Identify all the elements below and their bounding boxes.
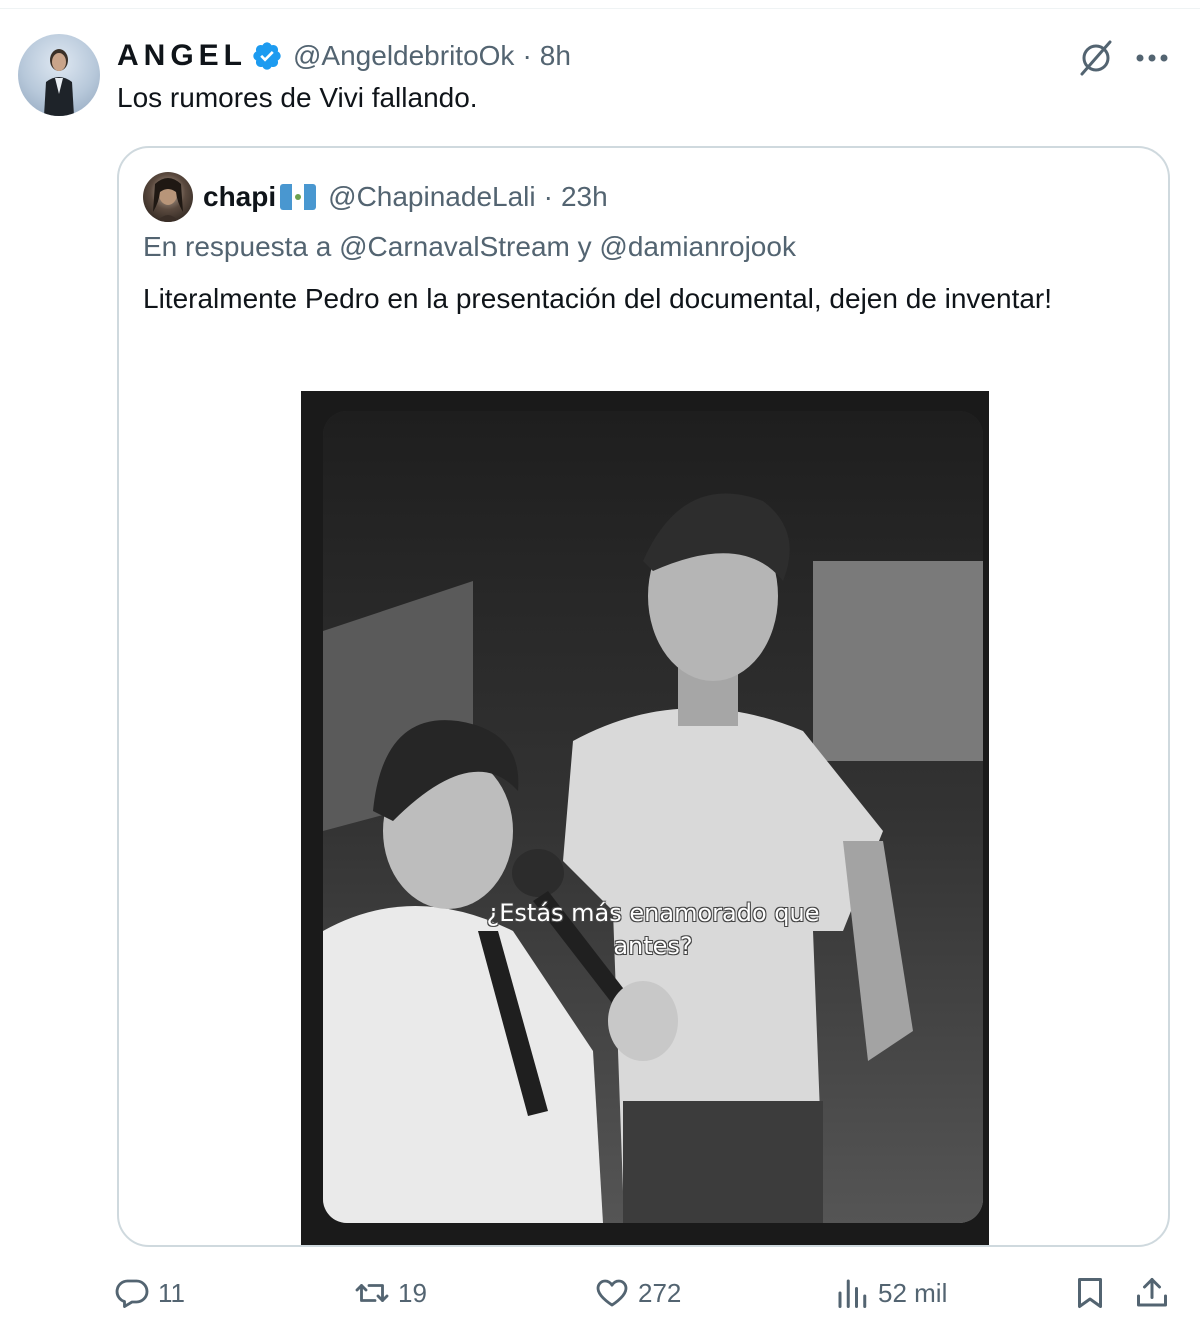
author-handle[interactable]: @AngeldebritoOk — [293, 40, 514, 72]
bookmark-button[interactable] — [1072, 1268, 1108, 1318]
bookmark-icon — [1078, 1278, 1102, 1308]
verified-badge-icon[interactable] — [251, 40, 283, 72]
reply-context: En respuesta a @CarnavalStream y @damian… — [143, 231, 796, 263]
guatemala-flag-icon — [280, 184, 317, 210]
reply-icon — [115, 1279, 149, 1308]
like-count: 272 — [638, 1277, 682, 1308]
reply-count: 11 — [158, 1277, 185, 1308]
author-display-name[interactable]: ANGEL — [117, 39, 247, 73]
reply-conjunction: y — [577, 231, 592, 262]
heart-icon — [596, 1279, 628, 1307]
repost-count: 19 — [398, 1277, 427, 1308]
quoted-author-handle[interactable]: @ChapinadeLali — [328, 181, 535, 213]
reply-prefix: En respuesta a — [143, 231, 332, 262]
quoted-author-display-name[interactable]: chapi — [203, 181, 276, 213]
author-avatar[interactable] — [18, 34, 100, 116]
repost-button[interactable]: 19 — [354, 1268, 427, 1318]
action-bar: 11 19 272 52 mil — [110, 1268, 1180, 1318]
grok-icon[interactable] — [1074, 36, 1118, 80]
reply-button[interactable]: 11 — [114, 1268, 185, 1318]
quoted-tweet-video[interactable]: ¿Estás más enamorado que antes? — [301, 391, 989, 1245]
views-button[interactable]: 52 mil — [834, 1268, 947, 1318]
reply-mention-carnavalstream[interactable]: @CarnavalStream — [339, 231, 570, 262]
share-icon — [1137, 1278, 1167, 1307]
like-button[interactable]: 272 — [594, 1268, 681, 1318]
share-button[interactable] — [1134, 1268, 1170, 1318]
video-caption-line-1: ¿Estás más enamorado que — [486, 899, 820, 927]
quoted-tweet-text: Literalmente Pedro en la presentación de… — [143, 283, 1053, 314]
quoted-tweet-timestamp[interactable]: 23h — [561, 181, 608, 213]
repost-icon — [355, 1284, 389, 1302]
separator-dot: · — [522, 40, 532, 71]
views-chart-icon — [838, 1279, 867, 1308]
reply-mention-damianrojook[interactable]: @damianrojook — [599, 231, 796, 262]
separator-dot: · — [543, 181, 553, 212]
quoted-tweet-header: chapi @ChapinadeLali · 23h — [203, 176, 608, 218]
more-options-icon[interactable] — [1130, 36, 1174, 80]
quoted-tweet-card[interactable]: chapi @ChapinadeLali · 23h En respuesta … — [117, 146, 1170, 1247]
video-caption-line-2: antes? — [613, 932, 693, 960]
tweet-text: Los rumores de Vivi fallando. — [117, 82, 478, 113]
video-caption: ¿Estás más enamorado que antes? — [323, 897, 983, 963]
video-frame: ¿Estás más enamorado que antes? — [323, 411, 983, 1223]
tweet-timestamp[interactable]: 8h — [540, 40, 571, 72]
views-count: 52 mil — [878, 1277, 948, 1308]
tweet-header: ANGEL @AngeldebritoOk · 8h — [117, 36, 571, 76]
top-divider — [0, 8, 1200, 9]
quoted-author-avatar[interactable] — [143, 172, 193, 222]
